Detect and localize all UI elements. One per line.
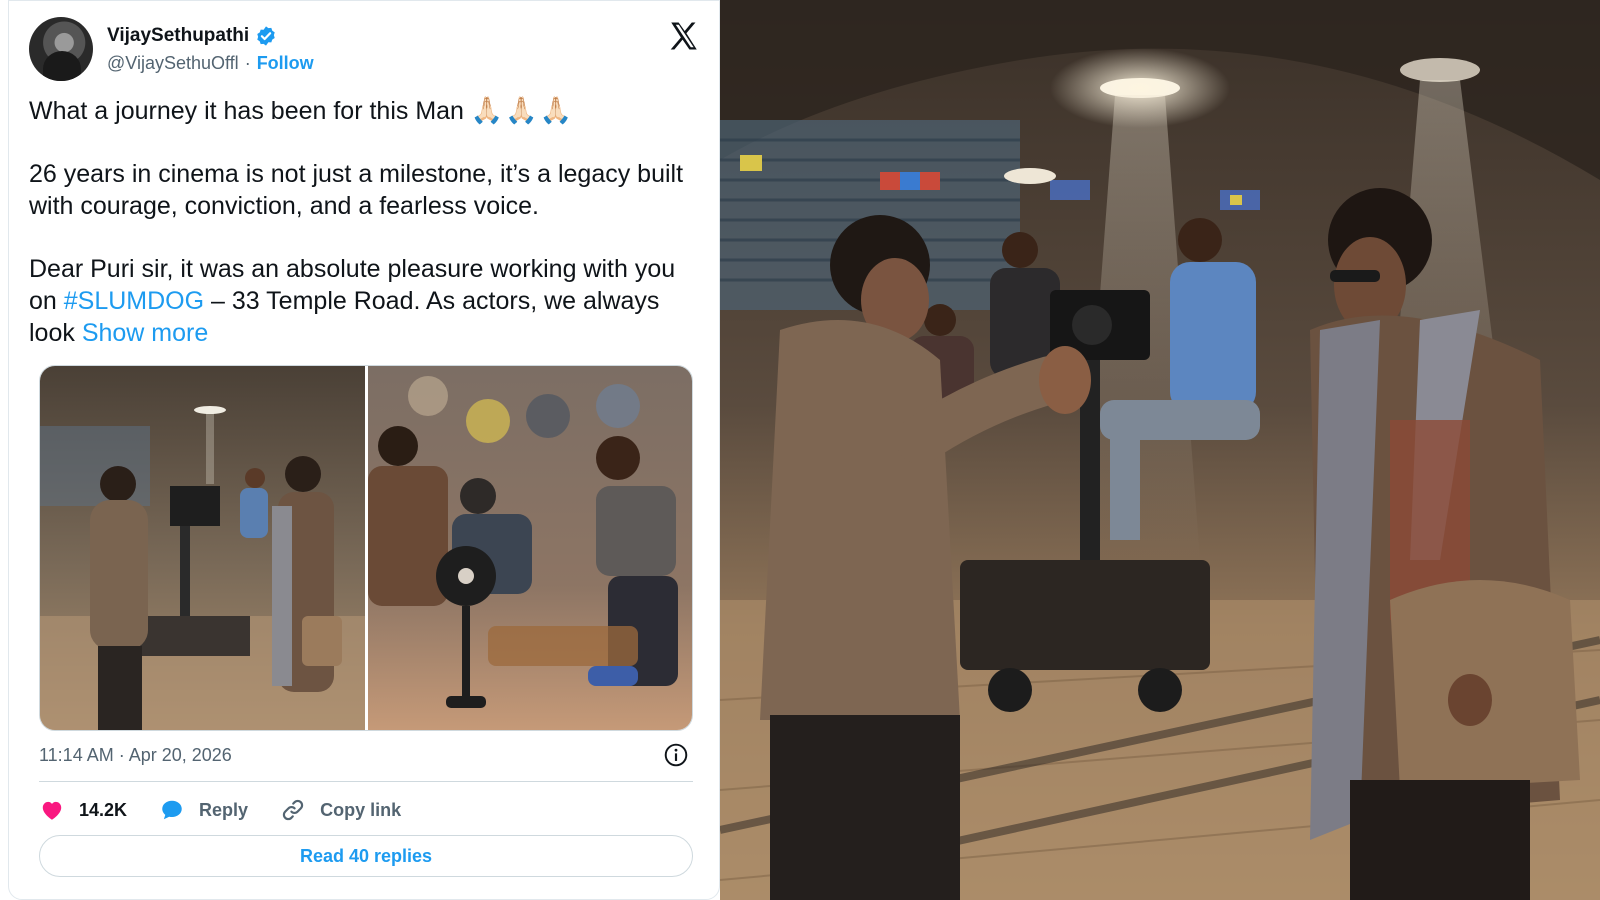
- film-set-photo: [720, 0, 1600, 900]
- copy-link-button[interactable]: Copy link: [280, 797, 401, 823]
- tweet-media-grid: [39, 365, 693, 731]
- reply-button[interactable]: Reply: [159, 797, 248, 823]
- tweet-header: VijaySethupathi @VijaySethuOffl · Follow: [29, 17, 709, 81]
- media-photo-set[interactable]: [40, 366, 365, 731]
- media-photo-crew[interactable]: [368, 366, 693, 731]
- tweet-card: VijaySethupathi @VijaySethuOffl · Follow…: [8, 0, 720, 900]
- reply-label: Reply: [199, 799, 249, 820]
- divider: [39, 781, 693, 782]
- hashtag-link[interactable]: #SLUMDOG: [64, 287, 204, 315]
- avatar[interactable]: [29, 17, 93, 81]
- tweet-text: What a journey it has been for this Man …: [29, 95, 709, 349]
- tweet-actions: 14.2K Reply Copy link: [39, 793, 433, 827]
- heart-icon: [42, 801, 62, 820]
- folded-hands-emoji: 🙏🏻🙏🏻🙏🏻: [470, 96, 575, 126]
- x-logo-icon[interactable]: [667, 19, 701, 53]
- author-block: VijaySethupathi @VijaySethuOffl · Follow: [107, 23, 314, 77]
- read-replies-button[interactable]: Read 40 replies: [39, 835, 693, 877]
- handle-row: @VijaySethuOffl · Follow: [107, 49, 314, 77]
- follow-button[interactable]: Follow: [257, 53, 314, 74]
- tweet-paragraph-3: Dear Puri sir, it was an absolute pleasu…: [29, 253, 709, 349]
- copy-link-label: Copy link: [320, 799, 402, 820]
- like-button[interactable]: 14.2K: [39, 797, 127, 823]
- separator-dot: ·: [244, 52, 251, 73]
- tweet-timestamp[interactable]: 11:14 AM · Apr 20, 2026: [39, 745, 232, 766]
- timestamp-row: 11:14 AM · Apr 20, 2026: [39, 741, 693, 773]
- tweet-paragraph-1: What a journey it has been for this Man …: [29, 95, 709, 127]
- tweet-paragraph-2: 26 years in cinema is not just a milesto…: [29, 160, 684, 220]
- link-icon: [282, 799, 304, 821]
- author-handle[interactable]: @VijaySethuOffl: [107, 53, 239, 74]
- tweet-line-1: What a journey it has been for this Man: [29, 97, 464, 125]
- show-more-link[interactable]: Show more: [82, 319, 208, 347]
- author-row: VijaySethupathi: [107, 23, 314, 49]
- author-name[interactable]: VijaySethupathi: [107, 25, 249, 47]
- info-icon[interactable]: [663, 742, 689, 768]
- verified-badge-icon: [257, 26, 275, 46]
- like-count: 14.2K: [79, 799, 128, 820]
- speech-bubble-icon: [162, 800, 182, 820]
